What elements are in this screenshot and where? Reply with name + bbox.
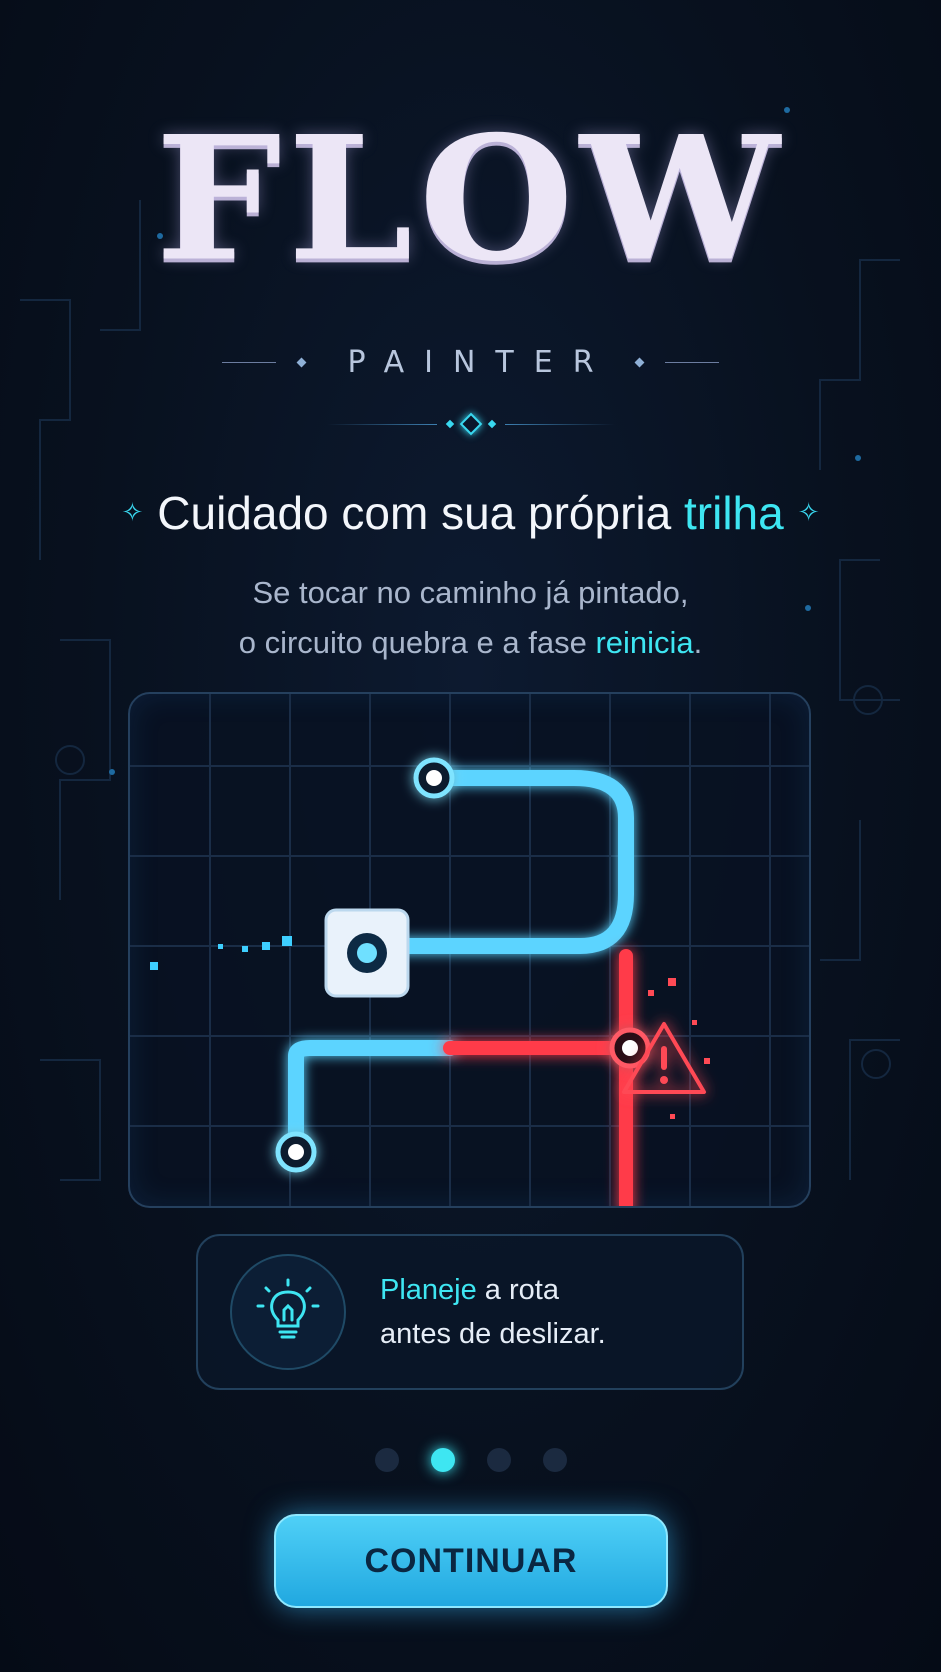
description-accent: reinicia bbox=[595, 625, 694, 660]
headline: Cuidado com sua própria trilha bbox=[157, 486, 783, 540]
pagination-dots bbox=[0, 1448, 941, 1472]
puzzle-board-illustration bbox=[128, 692, 811, 1208]
divider-diamond bbox=[459, 412, 482, 436]
description-line-2-prefix: o circuito quebra e a fase bbox=[238, 625, 596, 660]
tip-line-1-rest: a rota bbox=[476, 1274, 559, 1306]
lightbulb-icon bbox=[256, 1278, 320, 1339]
logo-subtitle: PAINTER bbox=[347, 345, 614, 380]
divider-line-left bbox=[326, 423, 437, 425]
sparkle-icon-left: ✧ bbox=[121, 498, 144, 528]
painter-cursor-block bbox=[324, 908, 410, 998]
tip-line-2: antes de deslizar. bbox=[380, 1318, 606, 1350]
tip-line-1: Planeje a rota bbox=[380, 1268, 606, 1312]
description: Se tocar no caminho já pintado, o circui… bbox=[0, 568, 941, 668]
subtitle-line-right bbox=[664, 362, 719, 363]
headline-accent: trilha bbox=[684, 487, 784, 539]
description-line-2-suffix: . bbox=[693, 625, 703, 660]
pagination-dot-2-active[interactable] bbox=[430, 1448, 455, 1472]
logo-subtitle-row: PAINTER bbox=[0, 345, 941, 380]
sparkle-icon-right: ✧ bbox=[797, 498, 820, 528]
logo-title: FLOW bbox=[155, 98, 786, 299]
logo: FLOW bbox=[0, 110, 941, 288]
pagination-dot-3[interactable] bbox=[486, 1448, 511, 1472]
conflict-path bbox=[443, 949, 637, 1206]
tip-card: Planeje a rota antes de deslizar. bbox=[196, 1234, 744, 1390]
divider-dot-right bbox=[487, 419, 496, 429]
subtitle-diamond-right bbox=[634, 357, 644, 368]
path-end-node bbox=[275, 1131, 317, 1173]
subtitle-diamond-left bbox=[296, 357, 307, 368]
description-line-2: o circuito quebra e a fase reinicia. bbox=[0, 618, 941, 668]
board-graphic bbox=[130, 694, 809, 1206]
tip-text: Planeje a rota antes de deslizar. bbox=[380, 1268, 606, 1356]
divider-dot-left bbox=[445, 419, 454, 429]
description-line-1: Se tocar no caminho já pintado, bbox=[252, 575, 689, 610]
tip-icon-container bbox=[230, 1254, 346, 1370]
continue-button[interactable]: CONTINUAR bbox=[274, 1514, 668, 1608]
ornament-divider bbox=[0, 412, 941, 436]
divider-line-right bbox=[504, 423, 615, 425]
headline-prefix: Cuidado com sua própria bbox=[157, 487, 684, 539]
motion-trail bbox=[150, 936, 292, 970]
pagination-dot-1[interactable] bbox=[374, 1448, 399, 1472]
path-start-node bbox=[413, 757, 455, 799]
headline-row: ✧ Cuidado com sua própria trilha ✧ bbox=[0, 486, 941, 540]
tip-accent: Planeje bbox=[380, 1274, 477, 1306]
pagination-dot-4[interactable] bbox=[542, 1448, 567, 1472]
subtitle-line-left bbox=[222, 362, 277, 363]
